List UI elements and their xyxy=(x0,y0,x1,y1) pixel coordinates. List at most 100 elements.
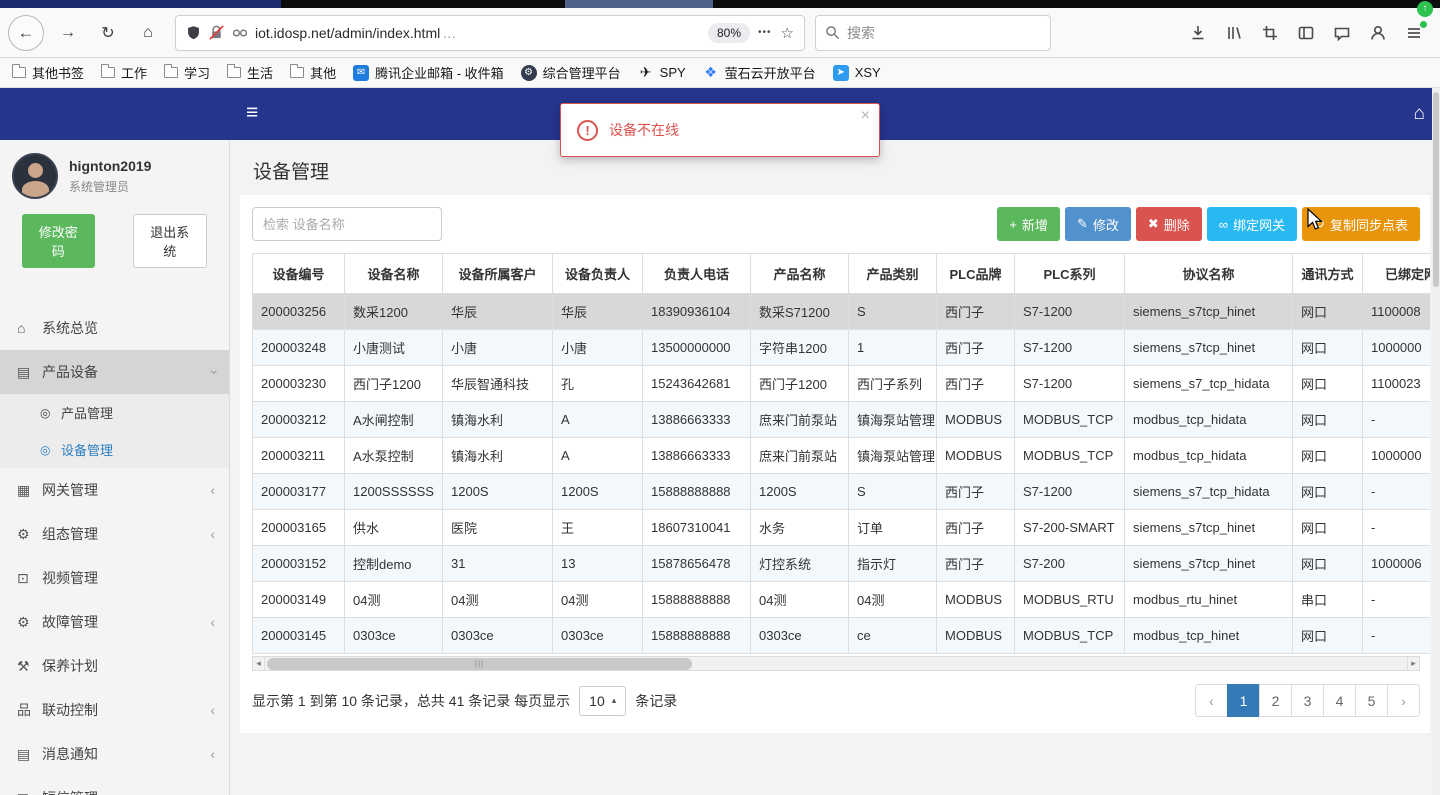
table-cell[interactable]: A xyxy=(552,401,643,438)
table-cell[interactable]: 15888888888 xyxy=(642,617,751,654)
scroll-right-icon[interactable]: ▸ xyxy=(1407,656,1420,671)
browser-tab[interactable] xyxy=(565,0,713,8)
table-cell[interactable]: 网口 xyxy=(1292,437,1363,474)
table-cell[interactable]: modbus_tcp_hidata xyxy=(1124,401,1293,438)
bookmark-item[interactable]: ➤ XSY xyxy=(832,64,881,81)
table-cell[interactable]: 13500000000 xyxy=(642,329,751,366)
table-cell[interactable]: siemens_s7_tcp_hidata xyxy=(1124,473,1293,510)
scrollbar-track[interactable]: ||| xyxy=(265,656,1407,671)
table-cell[interactable]: 200003165 xyxy=(252,509,345,546)
logout-button[interactable]: 退出系统 xyxy=(132,214,207,268)
scroll-left-icon[interactable]: ◂ xyxy=(252,656,265,671)
bookmark-item[interactable]: 学习 xyxy=(164,63,210,82)
table-cell[interactable]: 1000006 xyxy=(1362,545,1430,582)
table-cell[interactable]: 200003256 xyxy=(252,293,345,330)
table-cell[interactable]: 西门子1200 xyxy=(750,365,849,402)
add-button[interactable]: + 新增 xyxy=(997,207,1060,241)
browser-search-bar[interactable] xyxy=(816,15,1050,50)
table-cell[interactable]: 网口 xyxy=(1292,401,1363,438)
table-cell[interactable]: - xyxy=(1362,401,1430,438)
table-cell[interactable]: 200003152 xyxy=(252,545,345,582)
table-cell[interactable]: - xyxy=(1362,617,1430,654)
vertical-scrollbar-thumb[interactable] xyxy=(1433,92,1439,287)
table-cell[interactable]: 西门子 xyxy=(936,365,1015,402)
table-cell[interactable]: S7-1200 xyxy=(1014,293,1125,330)
reload-button[interactable]: ↻ xyxy=(93,18,123,48)
sidebar-item[interactable]: ✉短信管理 xyxy=(0,776,229,795)
table-cell[interactable]: 0303ce xyxy=(750,617,849,654)
table-cell[interactable]: 华辰 xyxy=(552,293,643,330)
page-button[interactable]: 1 xyxy=(1227,684,1260,717)
table-cell[interactable]: 镇海水利 xyxy=(442,401,553,438)
table-cell[interactable]: 指示灯 xyxy=(848,545,937,582)
sidebar-subitem[interactable]: ◎ 设备管理 xyxy=(0,431,229,468)
bind-gateway-button[interactable]: ∞ 绑定网关 xyxy=(1206,207,1298,241)
scrollbar-thumb[interactable]: ||| xyxy=(267,658,692,670)
table-cell[interactable]: 1200S xyxy=(442,473,553,510)
delete-button[interactable]: ✖ 删除 xyxy=(1135,207,1202,241)
table-cell[interactable]: 小唐 xyxy=(552,329,643,366)
table-row[interactable]: 200003165 供水 医院王 18607310041 水务 订单 西门子 S7-200-S… xyxy=(252,509,1430,546)
table-cell[interactable]: ce xyxy=(848,617,937,654)
table-cell[interactable]: 13 xyxy=(552,545,643,582)
table-cell[interactable]: 13886663333 xyxy=(642,401,751,438)
sidebar-item[interactable]: ▤ 产品设备 ‹ xyxy=(0,350,229,394)
table-row[interactable]: 200003230 西门子1200 华辰智通科技孔 15243642681 西门子120… xyxy=(252,365,1430,402)
table-cell[interactable]: S xyxy=(848,293,937,330)
page-button[interactable]: 2 xyxy=(1259,684,1292,717)
table-cell[interactable]: MODBUS xyxy=(936,581,1015,618)
table-cell[interactable]: 控制demo xyxy=(344,545,443,582)
table-cell[interactable]: 庶来门前泵站 xyxy=(750,401,849,438)
sidebar-item[interactable]: ⚙ 故障管理 ‹ xyxy=(0,600,229,644)
table-cell[interactable]: 订单 xyxy=(848,509,937,546)
table-cell[interactable]: modbus_tcp_hinet xyxy=(1124,617,1293,654)
prev-page-button[interactable]: ‹ xyxy=(1195,684,1228,717)
table-cell[interactable]: 数采S71200 xyxy=(750,293,849,330)
table-cell[interactable]: 镇海泵站管理 xyxy=(848,437,937,474)
device-search-input[interactable] xyxy=(252,207,442,241)
table-row[interactable]: 200003177 1200SSSSSS 1200S 1200S 15888888888… xyxy=(252,473,1430,510)
table-cell[interactable]: 0303ce xyxy=(552,617,643,654)
table-cell[interactable]: 西门子1200 xyxy=(344,365,443,402)
table-cell[interactable]: - xyxy=(1362,581,1430,618)
alert-close-icon[interactable]: × xyxy=(861,108,870,124)
sidebar-item[interactable]: ▤ 消息通知 ‹ xyxy=(0,732,229,776)
zoom-level-badge[interactable]: 80% xyxy=(708,22,751,43)
page-button[interactable]: 5 xyxy=(1355,684,1388,717)
table-cell[interactable]: 15878656478 xyxy=(642,545,751,582)
table-cell[interactable]: 04测 xyxy=(848,581,937,618)
url-bar[interactable]: iot.idosp.net/admin/index.html … 80% •••… xyxy=(176,15,804,50)
table-cell[interactable]: 31 xyxy=(442,545,553,582)
sidebar-item[interactable]: 品联动控制 ‹ xyxy=(0,688,229,732)
table-cell[interactable]: 医院 xyxy=(442,509,553,546)
table-row[interactable]: 200003212 A水闸控制 镇海水利 A 13886663333 庶来门前泵站 镇海泵站… xyxy=(252,401,1430,438)
table-cell[interactable]: 西门子 xyxy=(936,329,1015,366)
table-cell[interactable]: 18390936104 xyxy=(642,293,751,330)
browser-vertical-scrollbar[interactable] xyxy=(1432,88,1440,795)
table-cell[interactable]: 200003248 xyxy=(252,329,345,366)
forward-button[interactable]: → xyxy=(53,18,83,48)
table-cell[interactable]: 小唐 xyxy=(442,329,553,366)
change-password-button[interactable]: 修改密码 xyxy=(22,214,95,268)
table-cell[interactable]: MODBUS xyxy=(936,437,1015,474)
table-cell[interactable]: - xyxy=(1362,473,1430,510)
bookmark-item[interactable]: ✉ 腾讯企业邮箱 - 收件箱 xyxy=(353,63,504,82)
table-cell[interactable]: 西门子 xyxy=(936,293,1015,330)
table-cell[interactable]: 15888888888 xyxy=(642,581,751,618)
table-cell[interactable]: 200003145 xyxy=(252,617,345,654)
sidebar-item[interactable]: ⚒ 保养计划 xyxy=(0,644,229,688)
sidebar-subitem[interactable]: ◎ 产品管理 xyxy=(0,394,229,431)
table-cell[interactable]: 1200S xyxy=(750,473,849,510)
table-cell[interactable]: siemens_s7tcp_hinet xyxy=(1124,509,1293,546)
table-cell[interactable]: 庶来门前泵站 xyxy=(750,437,849,474)
update-badge-icon[interactable]: ↑ xyxy=(1417,1,1433,17)
page-button[interactable]: 4 xyxy=(1323,684,1356,717)
table-cell[interactable]: siemens_s7tcp_hinet xyxy=(1124,329,1293,366)
table-cell[interactable]: S7-200-SMART xyxy=(1014,509,1125,546)
table-cell[interactable]: 网口 xyxy=(1292,545,1363,582)
next-page-button[interactable]: › xyxy=(1387,684,1420,717)
download-icon[interactable] xyxy=(1188,23,1208,43)
table-horizontal-scrollbar[interactable]: ◂ ||| ▸ xyxy=(252,656,1420,671)
home-button[interactable]: ⌂ xyxy=(133,18,163,48)
table-row[interactable]: 200003256 数采1200 华辰 华辰 18390936104 数采S71200 S 西… xyxy=(252,293,1430,330)
